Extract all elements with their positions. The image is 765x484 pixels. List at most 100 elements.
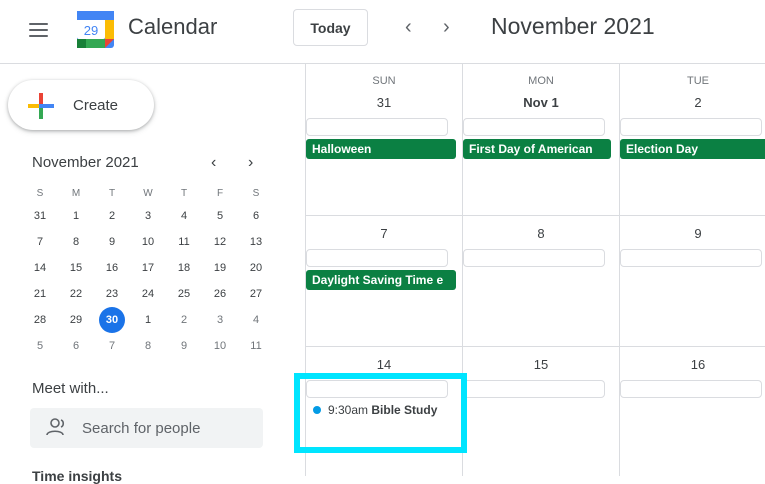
mini-day[interactable]: 7 — [94, 333, 130, 359]
mini-week-row: 14 15 16 17 18 19 20 — [22, 255, 274, 281]
mini-prev-month-button[interactable]: ‹ — [211, 154, 216, 172]
prev-period-button[interactable]: ‹ — [405, 17, 412, 37]
mini-day[interactable]: 10 — [202, 333, 238, 359]
day-number[interactable]: Nov 1 — [463, 95, 619, 110]
mini-day[interactable]: 14 — [22, 255, 58, 281]
mini-week-row: 31 1 2 3 4 5 6 — [22, 203, 274, 229]
mini-day[interactable]: 12 — [202, 229, 238, 255]
next-period-button[interactable]: › — [443, 17, 450, 37]
today-button[interactable]: Today — [293, 9, 368, 46]
event-slot[interactable] — [306, 118, 448, 136]
mini-day[interactable]: 2 — [94, 203, 130, 229]
mini-week-row: 28 29 30 1 2 3 4 — [22, 307, 274, 333]
mini-day[interactable]: 6 — [238, 203, 274, 229]
mini-day[interactable]: 13 — [238, 229, 274, 255]
mini-day[interactable]: 4 — [166, 203, 202, 229]
day-number[interactable]: 9 — [620, 226, 765, 241]
mini-day[interactable]: 24 — [130, 281, 166, 307]
highlight-box — [294, 373, 467, 453]
mini-day[interactable]: 23 — [94, 281, 130, 307]
mini-day[interactable]: 29 — [58, 307, 94, 333]
mini-day[interactable]: 6 — [58, 333, 94, 359]
grid-line — [305, 215, 765, 216]
mini-day[interactable]: 19 — [202, 255, 238, 281]
mini-day[interactable]: 1 — [58, 203, 94, 229]
day-number[interactable]: 2 — [620, 95, 765, 110]
app-title: Calendar — [128, 14, 218, 39]
day-number[interactable]: 16 — [620, 357, 765, 372]
mini-day[interactable]: 5 — [202, 203, 238, 229]
day-number[interactable]: 7 — [306, 226, 462, 241]
grid-line — [305, 346, 765, 347]
mini-day[interactable]: 15 — [58, 255, 94, 281]
mini-day[interactable]: 17 — [130, 255, 166, 281]
mini-day[interactable]: 26 — [202, 281, 238, 307]
day-number[interactable]: 31 — [306, 95, 462, 110]
mini-day[interactable]: 25 — [166, 281, 202, 307]
mini-day[interactable]: 3 — [130, 203, 166, 229]
mini-day[interactable]: 11 — [238, 333, 274, 359]
plus-icon — [28, 93, 54, 119]
mini-day[interactable]: 7 — [22, 229, 58, 255]
mini-day[interactable]: 9 — [94, 229, 130, 255]
mini-day[interactable]: 8 — [58, 229, 94, 255]
mini-day[interactable]: 4 — [238, 307, 274, 333]
mini-week-row: 5 6 7 8 9 10 11 — [22, 333, 274, 359]
mini-day[interactable]: 22 — [58, 281, 94, 307]
mini-weekday: F — [216, 188, 224, 199]
mini-day[interactable]: 16 — [94, 255, 130, 281]
main-menu-button[interactable] — [26, 20, 52, 40]
header-divider — [0, 63, 765, 64]
dow-mon: MON — [528, 75, 554, 87]
event-slot[interactable] — [463, 380, 605, 398]
mini-weekday-header: S M T W T F S — [22, 185, 274, 203]
event-slot[interactable] — [306, 249, 448, 267]
mini-next-month-button[interactable]: › — [248, 154, 253, 172]
meet-with-title: Meet with... — [32, 380, 109, 397]
day-number[interactable]: 14 — [306, 357, 462, 372]
event-slot[interactable] — [620, 249, 762, 267]
mini-weekday: S — [252, 188, 260, 199]
mini-day[interactable]: 2 — [166, 307, 202, 333]
create-label: Create — [73, 97, 119, 114]
mini-day[interactable]: 1 — [130, 307, 166, 333]
mini-day-today[interactable]: 30 — [94, 307, 130, 333]
event-chip-halloween[interactable]: Halloween — [306, 139, 456, 159]
logo-day: 29 — [84, 23, 98, 38]
event-slot[interactable] — [620, 118, 762, 136]
mini-weekday: W — [143, 188, 153, 199]
mini-day[interactable]: 3 — [202, 307, 238, 333]
mini-day-today-label: 30 — [99, 307, 125, 333]
mini-day[interactable]: 27 — [238, 281, 274, 307]
current-month-title: November 2021 — [491, 13, 655, 39]
day-number[interactable]: 8 — [463, 226, 619, 241]
mini-weekday: M — [71, 188, 81, 199]
mini-day[interactable]: 21 — [22, 281, 58, 307]
mini-day[interactable]: 28 — [22, 307, 58, 333]
mini-day[interactable]: 18 — [166, 255, 202, 281]
calendar-logo-icon: 29 — [77, 11, 114, 48]
dow-tue: TUE — [687, 75, 709, 87]
dow-sun: SUN — [372, 75, 396, 87]
event-chip-dst[interactable]: Daylight Saving Time e — [306, 270, 456, 290]
search-people-placeholder: Search for people — [82, 420, 201, 437]
mini-calendar-grid: S M T W T F S 31 1 2 3 4 5 6 7 8 9 10 11… — [22, 185, 274, 359]
mini-day[interactable]: 10 — [130, 229, 166, 255]
mini-day[interactable]: 11 — [166, 229, 202, 255]
event-chip-first-day[interactable]: First Day of American — [463, 139, 611, 159]
event-slot[interactable] — [463, 249, 605, 267]
event-slot[interactable] — [620, 380, 762, 398]
people-icon — [46, 418, 65, 436]
mini-day[interactable]: 31 — [22, 203, 58, 229]
mini-day[interactable]: 5 — [22, 333, 58, 359]
mini-day[interactable]: 9 — [166, 333, 202, 359]
mini-calendar-title: November 2021 — [32, 154, 139, 171]
mini-day[interactable]: 8 — [130, 333, 166, 359]
mini-weekday: T — [180, 188, 188, 199]
mini-week-row: 21 22 23 24 25 26 27 — [22, 281, 274, 307]
event-slot[interactable] — [463, 118, 605, 136]
event-chip-election-day[interactable]: Election Day — [620, 139, 765, 159]
day-number[interactable]: 15 — [463, 357, 619, 372]
mini-weekday: S — [36, 188, 44, 199]
mini-day[interactable]: 20 — [238, 255, 274, 281]
